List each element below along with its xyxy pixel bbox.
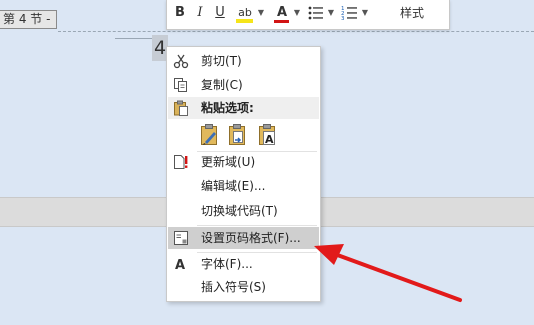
page-number-format-icon [173, 230, 189, 246]
menu-item-toggle-field-codes[interactable]: 切换域代码(T) [168, 200, 319, 222]
update-field-icon [173, 154, 189, 170]
mini-toolbar: B I U ab ▼ A ▼ ▼ 1 2 3 ▼ 样式 [166, 0, 450, 30]
paste-merge-formatting-icon[interactable] [227, 123, 249, 147]
paste-options-label: 粘贴选项: [201, 101, 254, 115]
footer-tab-line [115, 38, 152, 39]
menu-item-edit-field[interactable]: 编辑域(E)... [168, 175, 319, 197]
menu-item-format-page-numbers[interactable]: 设置页码格式(F)... [168, 227, 319, 249]
underline-button[interactable]: U [213, 4, 227, 22]
bullet-list-icon[interactable] [307, 4, 325, 22]
numbered-list-icon[interactable]: 1 2 3 [341, 4, 359, 22]
font-color-button[interactable]: A [273, 4, 291, 23]
font-color-bar [274, 20, 289, 23]
numbered-list-dropdown-icon[interactable]: ▼ [361, 4, 369, 22]
paste-text-only-icon[interactable]: A [257, 123, 279, 147]
menu-item-insert-symbol[interactable]: 插入符号(S) [168, 276, 319, 298]
menu-item-cut[interactable]: 剪切(T) [168, 50, 319, 72]
scissors-icon [173, 53, 189, 69]
copy-icon [173, 77, 189, 93]
bold-button[interactable]: B [173, 4, 187, 22]
insert-symbol-label: 插入符号(S) [201, 280, 266, 294]
section-tag: 第 4 节 - [0, 10, 58, 29]
menu-item-font[interactable]: A 字体(F)... [168, 253, 319, 275]
font-color-label: A [276, 5, 288, 20]
font-color-dropdown-icon[interactable]: ▼ [293, 4, 301, 22]
header-boundary-line [58, 31, 534, 32]
clipboard-icon [173, 100, 189, 119]
svg-text:3: 3 [341, 16, 345, 22]
italic-button[interactable]: I [193, 4, 207, 22]
highlight-label: ab [238, 6, 252, 19]
bullet-list-dropdown-icon[interactable]: ▼ [327, 4, 335, 22]
menu-item-update-field[interactable]: 更新域(U) [168, 151, 319, 173]
styles-button[interactable]: 样式 [397, 4, 427, 22]
svg-text:A: A [175, 258, 185, 272]
font-icon: A [173, 256, 189, 273]
font-label: 字体(F)... [201, 257, 253, 271]
paste-keep-formatting-icon[interactable] [199, 123, 221, 147]
highlight-button[interactable]: ab [235, 4, 255, 23]
svg-text:A: A [265, 133, 274, 146]
menu-item-copy[interactable]: 复制(C) [168, 74, 319, 96]
edit-field-label: 编辑域(E)... [201, 179, 266, 193]
cut-label: 剪切(T) [201, 54, 242, 68]
highlight-color-bar [236, 19, 253, 23]
copy-label: 复制(C) [201, 78, 243, 92]
format-page-numbers-label: 设置页码格式(F)... [201, 231, 301, 245]
context-menu: 剪切(T) 复制(C) 粘贴选项: A 更新域(U) 编辑域(E)... 切换域… [166, 46, 321, 302]
highlight-dropdown-icon[interactable]: ▼ [257, 4, 265, 22]
menu-separator [197, 225, 317, 226]
red-arrow-annotation [314, 244, 462, 302]
toggle-field-codes-label: 切换域代码(T) [201, 204, 278, 218]
paste-options-header: 粘贴选项: [168, 97, 319, 119]
update-field-label: 更新域(U) [201, 155, 256, 169]
